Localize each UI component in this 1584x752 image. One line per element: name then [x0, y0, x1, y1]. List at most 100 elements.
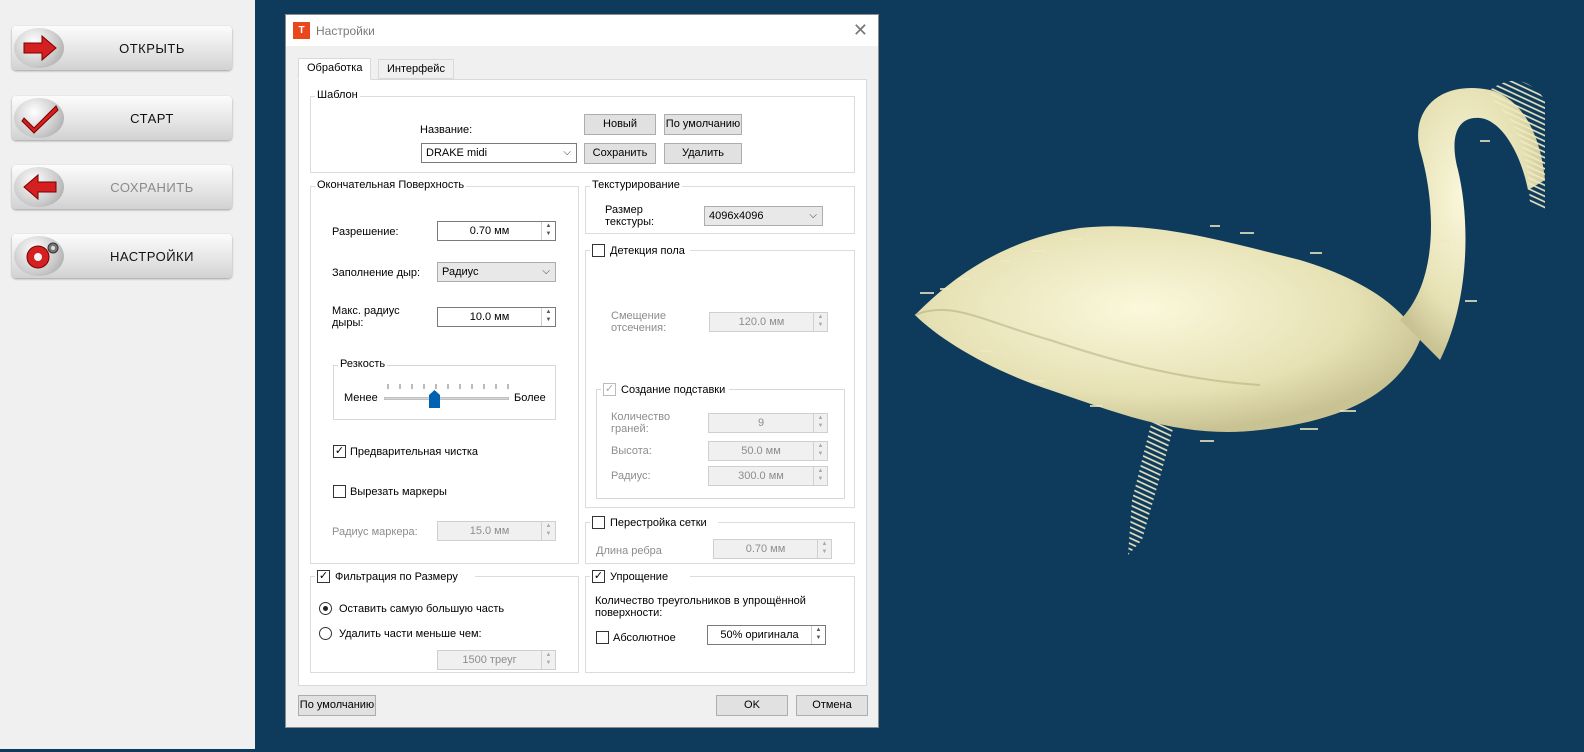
simplification-label: Упрощение: [610, 571, 669, 583]
stepper-arrows-icon[interactable]: ▲ ▼: [541, 222, 555, 240]
keep-largest-radio[interactable]: [319, 602, 332, 615]
create-base-header: ✓ Создание подставки: [601, 382, 729, 398]
sharpness-more-label: Более: [514, 392, 546, 404]
checkmark-icon: [14, 98, 64, 138]
resolution-stepper[interactable]: 0.70 мм ▲ ▼: [437, 221, 556, 241]
new-template-button[interactable]: Новый: [584, 114, 656, 135]
sidebar: ОТКРЫТЬ СТАРТ СОХРАНИТЬ НАСТРОЙКИ: [0, 0, 255, 749]
template-name-value: DRAKE midi: [426, 147, 488, 159]
simplification-checkbox[interactable]: ✓: [592, 570, 605, 583]
sharpness-title: Резкость: [338, 358, 388, 370]
clip-offset-value: 120.0 мм: [738, 316, 785, 328]
template-name-select[interactable]: DRAKE midi ⌵: [421, 143, 577, 163]
resolution-label: Разрешение:: [332, 226, 399, 238]
faces-count-value: 9: [757, 417, 765, 429]
sharpness-ticks: [387, 384, 509, 389]
cut-markers-checkbox[interactable]: [333, 485, 346, 498]
absolute-checkbox[interactable]: [596, 631, 609, 644]
arrow-right-icon: [14, 28, 64, 68]
reset-defaults-button[interactable]: По умолчанию: [298, 695, 376, 716]
remove-smaller-radio[interactable]: [319, 627, 332, 640]
resolution-value: 0.70 мм: [469, 225, 510, 237]
tab-interface[interactable]: Интерфейс: [378, 59, 454, 79]
absolute-label: Абсолютное: [613, 632, 676, 644]
chevron-down-icon: ⌵: [542, 266, 550, 277]
save-button[interactable]: СОХРАНИТЬ: [12, 165, 232, 209]
open-label: ОТКРЫТЬ: [119, 41, 185, 56]
edge-length-stepper[interactable]: 0.70 мм ▲ ▼: [713, 539, 832, 559]
cancel-button[interactable]: Отмена: [796, 695, 868, 716]
stepper-arrows-icon[interactable]: ▲ ▼: [813, 414, 827, 432]
radius-stepper[interactable]: 300.0 мм ▲ ▼: [708, 466, 828, 486]
remesh-label: Перестройка сетки: [610, 517, 707, 529]
stepper-arrows-icon[interactable]: ▲ ▼: [541, 522, 555, 540]
final-surface-group: Окончательная Поверхность Разрешение: 0.…: [310, 179, 579, 564]
simplification-value: 50% оригинала: [720, 629, 799, 641]
start-label: СТАРТ: [130, 111, 174, 126]
size-threshold-stepper[interactable]: 1500 треуг ▲ ▼: [437, 650, 556, 670]
size-filter-header: ✓ Фильтрация по Размеру: [315, 569, 475, 585]
marker-radius-value: 15.0 мм: [469, 525, 510, 537]
template-group: Шаблон Название: DRAKE midi ⌵ Новый По у…: [310, 89, 855, 173]
ok-button[interactable]: OK: [716, 695, 788, 716]
edge-length-label: Длина ребра: [596, 545, 662, 557]
max-hole-radius-stepper[interactable]: 10.0 мм ▲ ▼: [437, 307, 556, 327]
pre-clean-label: Предварительная чистка: [350, 446, 479, 458]
max-hole-radius-label: Макс. радиус дыры:: [332, 305, 400, 329]
texture-size-value: 4096x4096: [709, 210, 764, 222]
stepper-arrows-icon[interactable]: ▲ ▼: [811, 626, 825, 644]
stepper-arrows-icon[interactable]: ▲ ▼: [541, 308, 555, 326]
size-filter-label: Фильтрация по Размеру: [335, 571, 458, 583]
stepper-arrows-icon[interactable]: ▲ ▼: [813, 313, 827, 331]
close-icon[interactable]: ✕: [853, 20, 868, 41]
simplification-stepper[interactable]: 50% оригинала ▲ ▼: [707, 625, 826, 645]
template-group-title: Шаблон: [315, 89, 360, 101]
gear-icon: [14, 236, 64, 276]
clip-offset-label: Смещение отсечения:: [611, 310, 667, 334]
marker-radius-stepper[interactable]: 15.0 мм ▲ ▼: [437, 521, 556, 541]
size-filter-group: ✓ Фильтрация по Размеру Оставить самую б…: [310, 569, 579, 673]
remesh-checkbox[interactable]: [592, 516, 605, 529]
height-stepper[interactable]: 50.0 мм ▲ ▼: [708, 441, 828, 461]
open-button[interactable]: ОТКРЫТЬ: [12, 26, 232, 70]
settings-button[interactable]: НАСТРОЙКИ: [12, 234, 232, 278]
stepper-arrows-icon[interactable]: ▲ ▼: [813, 467, 827, 485]
settings-dialog: T Настройки ✕ Обработка Интерфейс Шаблон…: [285, 14, 879, 728]
hole-fill-label: Заполнение дыр:: [332, 267, 421, 279]
size-filter-checkbox[interactable]: ✓: [317, 570, 330, 583]
create-base-group: ✓ Создание подставки Количество граней: …: [596, 382, 845, 499]
tab-processing[interactable]: Обработка: [298, 58, 372, 80]
faces-count-stepper[interactable]: 9 ▲ ▼: [708, 413, 828, 433]
start-button[interactable]: СТАРТ: [12, 96, 232, 140]
simplification-header: ✓ Упрощение: [590, 569, 690, 585]
delete-template-button[interactable]: Удалить: [664, 143, 742, 164]
texture-size-label: Размер текстуры:: [605, 204, 655, 228]
remesh-header: Перестройка сетки: [590, 515, 718, 531]
texture-size-select[interactable]: 4096x4096 ⌵: [704, 206, 823, 226]
stepper-arrows-icon[interactable]: ▲ ▼: [813, 442, 827, 460]
clip-offset-stepper[interactable]: 120.0 мм ▲ ▼: [709, 312, 828, 332]
arrow-left-icon: [14, 167, 64, 207]
max-hole-radius-value: 10.0 мм: [469, 311, 510, 323]
faces-count-label: Количество граней:: [611, 411, 671, 435]
height-value: 50.0 мм: [741, 445, 781, 457]
texturing-group: Текстурирование Размер текстуры: 4096x40…: [585, 179, 855, 234]
remove-smaller-label: Удалить части меньше чем:: [339, 628, 482, 640]
save-label: СОХРАНИТЬ: [110, 180, 194, 195]
3d-viewport[interactable]: [880, 0, 1584, 749]
final-surface-title: Окончательная Поверхность: [315, 179, 467, 191]
model-body: [915, 226, 1420, 432]
stepper-arrows-icon[interactable]: ▲ ▼: [817, 540, 831, 558]
pre-clean-checkbox[interactable]: ✓: [333, 445, 346, 458]
floor-detection-label: Детекция пола: [610, 245, 685, 257]
floor-detection-checkbox[interactable]: [592, 244, 605, 257]
create-base-checkbox[interactable]: ✓: [603, 383, 616, 396]
height-label: Высота:: [611, 445, 652, 457]
hole-fill-select[interactable]: Радиус ⌵: [437, 262, 556, 282]
sharpness-group: Резкость Менее Более: [333, 358, 556, 420]
save-template-button[interactable]: Сохранить: [584, 143, 656, 164]
radius-label: Радиус:: [611, 470, 651, 482]
default-template-button[interactable]: По умолчанию: [664, 114, 742, 135]
sharpness-slider-thumb[interactable]: [429, 390, 440, 408]
stepper-arrows-icon[interactable]: ▲ ▼: [541, 651, 555, 669]
